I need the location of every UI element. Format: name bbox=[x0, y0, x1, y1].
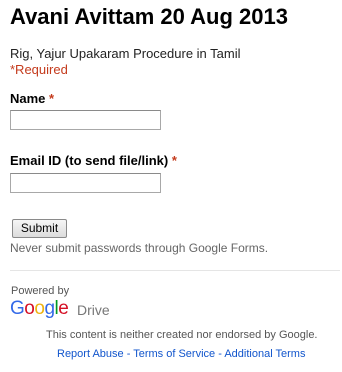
google-logo-letter: G bbox=[10, 298, 25, 319]
form-title: Avani Avittam 20 Aug 2013 bbox=[10, 4, 288, 29]
footer-divider bbox=[10, 270, 340, 271]
google-logo-letter: o bbox=[24, 298, 35, 319]
password-warning: Never submit passwords through Google Fo… bbox=[10, 241, 269, 255]
email-question-label: Email ID (to send file/link) * bbox=[10, 153, 177, 168]
google-logo-letter: e bbox=[58, 298, 69, 319]
disclaimer-text: This content is neither created nor endo… bbox=[46, 329, 318, 341]
email-input[interactable] bbox=[10, 173, 161, 193]
link-separator: - bbox=[215, 348, 225, 360]
required-marker: * bbox=[49, 91, 55, 106]
link-separator: - bbox=[123, 348, 134, 360]
required-note: *Required bbox=[10, 62, 68, 77]
terms-of-service-link[interactable]: Terms of Service bbox=[133, 348, 215, 360]
google-logo-letter: g bbox=[44, 298, 55, 319]
email-label-text: Email ID (to send file/link) bbox=[10, 153, 169, 168]
report-abuse-link[interactable]: Report Abuse bbox=[57, 348, 124, 360]
powered-by-text: Powered by bbox=[11, 285, 70, 297]
name-input[interactable] bbox=[10, 110, 161, 130]
google-logo-letter: o bbox=[34, 298, 45, 319]
google-drive-logo[interactable]: Google Drive bbox=[10, 298, 110, 320]
submit-button[interactable]: Submit bbox=[12, 219, 67, 238]
form-description: Rig, Yajur Upakaram Procedure in Tamil bbox=[10, 46, 241, 61]
required-marker: * bbox=[171, 153, 177, 168]
name-question-label: Name * bbox=[10, 91, 54, 106]
additional-terms-link[interactable]: Additional Terms bbox=[224, 348, 305, 360]
drive-logo-text: Drive bbox=[77, 302, 110, 318]
name-label-text: Name bbox=[10, 91, 46, 106]
footer-links: Report Abuse - Terms of Service - Additi… bbox=[57, 348, 305, 360]
